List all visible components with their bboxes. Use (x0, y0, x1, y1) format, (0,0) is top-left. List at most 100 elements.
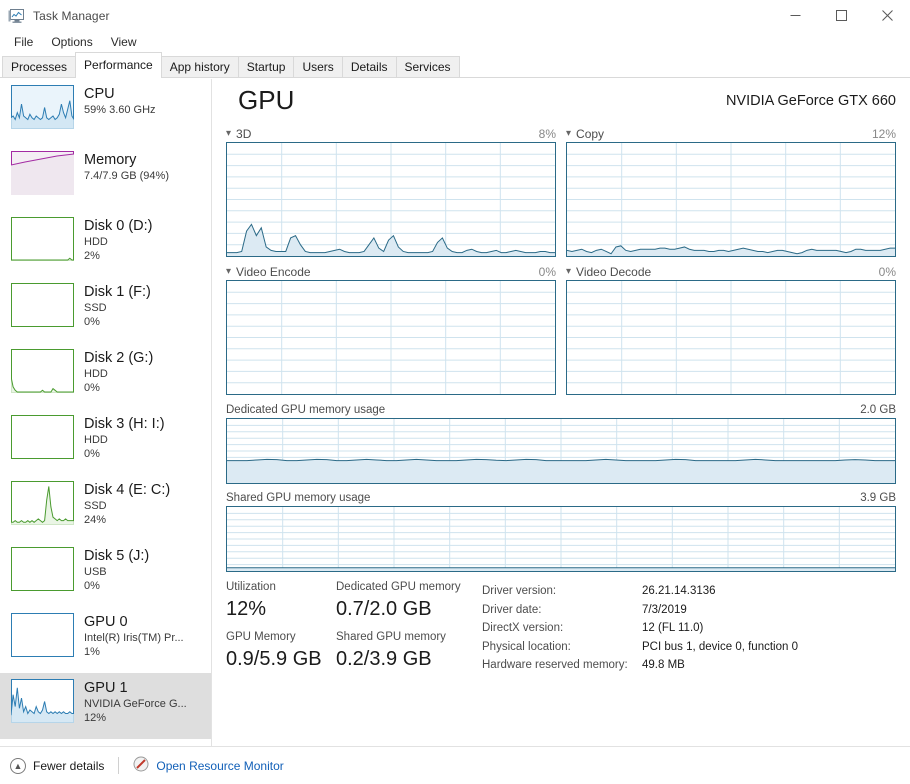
stat-gpu-memory: GPU Memory 0.9/5.9 GB (226, 630, 322, 674)
gpu-info-list: Driver version: 26.21.14.3136 Driver dat… (482, 582, 798, 675)
stat-utilization: Utilization 12% (226, 580, 276, 624)
info-row-hardware-reserved-memory: Hardware reserved memory: 49.8 MB (482, 656, 798, 675)
chart-shared-memory (226, 506, 896, 572)
sidebar-item-label: Disk 1 (F:) (84, 284, 151, 300)
chart-copy (566, 142, 896, 257)
sidebar-item-sub2: 24% (84, 514, 107, 526)
graph-caption-copy[interactable]: ▾ Copy 12% (566, 125, 896, 142)
sidebar-item-text: Disk 1 (F:) SSD 0% (84, 283, 151, 329)
chart-video-decode (566, 280, 896, 395)
tab-details[interactable]: Details (341, 56, 397, 77)
tab-performance[interactable]: Performance (75, 52, 162, 78)
sidebar-item-sub2: 1% (84, 646, 100, 658)
gpu-device-name: NVIDIA GeForce GTX 660 (725, 93, 896, 109)
sidebar-item-disk-5-j[interactable]: Disk 5 (J:) USB 0% (0, 541, 211, 607)
task-manager-window: Task Manager File Options View Processes… (0, 0, 910, 784)
task-manager-icon (8, 8, 25, 24)
graph-label-video-decode: Video Decode (576, 264, 652, 279)
sidebar-item-cpu[interactable]: CPU 59% 3.60 GHz (0, 79, 211, 145)
dedicated-memory-label: Dedicated GPU memory usage (226, 404, 386, 416)
minimize-button[interactable] (772, 0, 818, 31)
gpu-header: GPU NVIDIA GeForce GTX 660 (226, 79, 896, 125)
graph-caption-video-encode[interactable]: ▾ Video Encode 0% (226, 263, 556, 280)
sidebar-item-sub1: SSD (84, 500, 107, 512)
status-divider (118, 757, 120, 774)
tab-strip: Processes Performance App history Startu… (0, 52, 910, 78)
graph-percent-video-decode: 0% (878, 264, 896, 279)
close-button[interactable] (864, 0, 910, 31)
stat-label-dedicated-gpu-memory: Dedicated GPU memory (336, 581, 461, 593)
tab-processes[interactable]: Processes (2, 56, 77, 77)
stat-label-gpu-memory: GPU Memory (226, 631, 296, 643)
sidebar-item-sub1: USB (84, 566, 107, 578)
graph-cell-copy: ▾ Copy 12% (566, 125, 896, 257)
graph-percent-copy: 12% (871, 126, 896, 141)
sidebar-thumbnail (11, 349, 74, 393)
sidebar-item-disk-3-h-i[interactable]: Disk 3 (H: I:) HDD 0% (0, 409, 211, 475)
sidebar-item-gpu-0[interactable]: GPU 0 Intel(R) Iris(TM) Pr... 1% (0, 607, 211, 673)
sidebar-item-label: Disk 0 (D:) (84, 218, 153, 234)
resource-sidebar[interactable]: CPU 59% 3.60 GHz Memory 7.4/7.9 GB (94%) Dis… (0, 79, 212, 746)
resource-monitor-icon (133, 756, 149, 775)
sidebar-item-text: GPU 0 Intel(R) Iris(TM) Pr... 1% (84, 613, 184, 659)
graph-percent-3d: 8% (538, 126, 556, 141)
sidebar-item-label: Memory (84, 152, 137, 168)
stat-shared-gpu-memory: Shared GPU memory 0.2/3.9 GB (336, 630, 446, 674)
sidebar-item-sub2: 12% (84, 712, 107, 724)
sidebar-item-text: GPU 1 NVIDIA GeForce G... 12% (84, 679, 187, 725)
stat-dedicated-gpu-memory: Dedicated GPU memory 0.7/2.0 GB (336, 580, 461, 624)
info-value-physical-location: PCI bus 1, device 0, function 0 (642, 640, 798, 653)
stat-label-shared-gpu-memory: Shared GPU memory (336, 631, 446, 643)
sidebar-thumbnail (11, 217, 74, 261)
open-resource-monitor-link[interactable]: Open Resource Monitor (133, 756, 284, 775)
sidebar-item-label: GPU 1 (84, 680, 128, 696)
stat-value-shared-gpu-memory: 0.2/3.9 GB (336, 648, 432, 670)
sidebar-item-text: Disk 5 (J:) USB 0% (84, 547, 149, 593)
sidebar-item-sub1: HDD (84, 236, 108, 248)
fewer-details-button[interactable]: ▲ Fewer details (10, 757, 105, 774)
tab-app-history[interactable]: App history (160, 56, 239, 77)
stat-value-gpu-memory: 0.9/5.9 GB (226, 648, 322, 670)
sidebar-item-disk-4-e-c[interactable]: Disk 4 (E: C:) SSD 24% (0, 475, 211, 541)
sidebar-item-gpu-1[interactable]: GPU 1 NVIDIA GeForce G... 12% (0, 673, 211, 739)
fewer-details-label: Fewer details (33, 758, 105, 773)
dedicated-memory-section: Dedicated GPU memory usage 2.0 GB (226, 402, 896, 484)
maximize-button[interactable] (818, 0, 864, 31)
graph-row-1: ▾ 3D 8% ▾ Copy 12% (226, 125, 896, 257)
menu-item-file[interactable]: File (6, 33, 41, 51)
resource-monitor-label: Open Resource Monitor (156, 758, 284, 773)
sidebar-item-sub1: Intel(R) Iris(TM) Pr... (84, 632, 184, 644)
window-controls (772, 0, 910, 31)
chevron-down-icon[interactable]: ▾ (566, 266, 571, 277)
info-row-directx-version: DirectX version: 12 (FL 11.0) (482, 619, 798, 638)
chevron-down-icon[interactable]: ▾ (226, 266, 231, 277)
sidebar-item-sub2: 0% (84, 382, 100, 394)
graph-cell-video-encode: ▾ Video Encode 0% (226, 263, 556, 395)
sidebar-item-text: Disk 2 (G:) HDD 0% (84, 349, 153, 395)
sidebar-item-disk-2-g[interactable]: Disk 2 (G:) HDD 0% (0, 343, 211, 409)
tab-startup[interactable]: Startup (237, 56, 295, 77)
gpu-detail-pane: GPU NVIDIA GeForce GTX 660 ▾ 3D 8% ▾ Cop… (213, 79, 910, 746)
tab-services[interactable]: Services (395, 56, 460, 77)
graph-caption-3d[interactable]: ▾ 3D 8% (226, 125, 556, 142)
menu-item-options[interactable]: Options (43, 33, 100, 51)
chevron-down-icon[interactable]: ▾ (226, 128, 231, 139)
sidebar-item-sub2: 0% (84, 448, 100, 460)
chevron-down-icon[interactable]: ▾ (566, 128, 571, 139)
sidebar-item-memory[interactable]: Memory 7.4/7.9 GB (94%) (0, 145, 211, 211)
info-row-physical-location: Physical location: PCI bus 1, device 0, … (482, 638, 798, 657)
sidebar-item-text: Disk 0 (D:) HDD 2% (84, 217, 152, 263)
graph-label-video-encode: Video Encode (236, 264, 311, 279)
menu-item-view[interactable]: View (103, 33, 145, 51)
shared-memory-caption: Shared GPU memory usage 3.9 GB (226, 490, 896, 506)
sidebar-item-text: Memory 7.4/7.9 GB (94%) (84, 151, 169, 183)
graph-caption-video-decode[interactable]: ▾ Video Decode 0% (566, 263, 896, 280)
sidebar-item-disk-1-f[interactable]: Disk 1 (F:) SSD 0% (0, 277, 211, 343)
info-value-driver-date: 7/3/2019 (642, 603, 687, 616)
sidebar-item-sub1: HDD (84, 434, 108, 446)
info-key-driver-version: Driver version: (482, 585, 557, 597)
sidebar-item-disk-0-d[interactable]: Disk 0 (D:) HDD 2% (0, 211, 211, 277)
sidebar-item-sub2: 0% (84, 316, 100, 328)
sidebar-item-label: Disk 3 (H: I:) (84, 416, 165, 432)
tab-users[interactable]: Users (293, 56, 343, 77)
